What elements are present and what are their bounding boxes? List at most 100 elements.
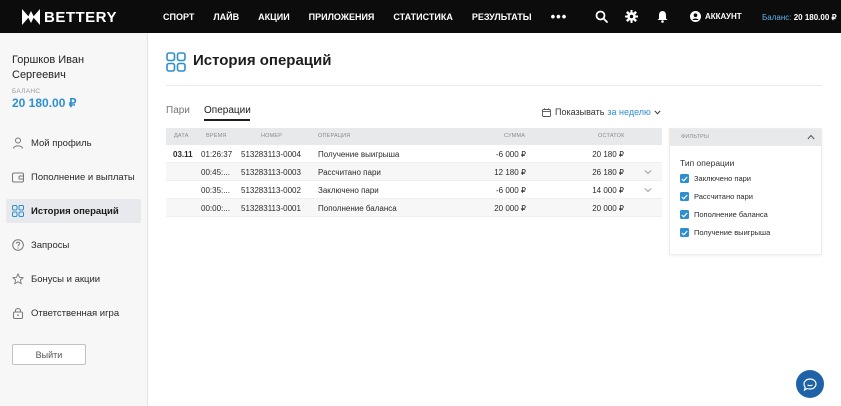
checkmark-icon — [681, 230, 688, 236]
row-amount: -6 000 ₽ — [496, 150, 526, 159]
filter-option-label: Получение выигрыша — [694, 228, 771, 237]
tab-operations[interactable]: Операции — [204, 105, 251, 116]
nav-sport[interactable]: СПОРТ — [163, 12, 194, 22]
table-row[interactable]: 00:35:... 513283113-0002 Заключено пари … — [166, 181, 662, 199]
row-amount: 20 000 ₽ — [494, 204, 526, 213]
filter-option-winnings[interactable]: Получение выигрыша — [680, 228, 770, 237]
row-balance: 20 180 ₽ — [592, 150, 624, 159]
gear-icon[interactable] — [625, 10, 638, 23]
checkmark-icon — [681, 176, 688, 182]
filter-option-label: Пополнение баланса — [694, 210, 768, 219]
checkmark-icon — [681, 194, 688, 200]
sidebar-item-label: Пополнение и выплаты — [31, 171, 135, 183]
sidebar-item-requests[interactable]: Запросы — [6, 233, 141, 257]
nav-apps[interactable]: ПРИЛОЖЕНИЯ — [309, 12, 375, 22]
brand-name: BETTERY — [44, 8, 117, 26]
brand-logo[interactable]: BETTERY — [22, 8, 117, 26]
row-time: 00:45:... — [201, 168, 230, 177]
filter-group-label: Тип операции — [680, 158, 735, 168]
row-date: 03.11 — [173, 150, 193, 159]
checkbox-checked[interactable] — [680, 210, 689, 219]
nav-promotions[interactable]: АКЦИИ — [258, 12, 290, 22]
calendar-icon — [542, 107, 551, 117]
checkbox-checked[interactable] — [680, 174, 689, 183]
filter-option-bet-settled[interactable]: Рассчитано пари — [680, 192, 753, 201]
chevron-down-icon — [654, 109, 661, 115]
sidebar-item-label: Бонусы и акции — [31, 273, 101, 285]
filter-option-deposit[interactable]: Пополнение баланса — [680, 210, 768, 219]
account-label: АККАУНТ — [705, 12, 742, 21]
chat-icon — [803, 377, 817, 391]
sidebar: Горшков Иван Сергеевич БАЛАНС 20 180.00 … — [0, 33, 148, 406]
page-title: История операций — [193, 52, 332, 69]
col-number: НОМЕР — [261, 133, 283, 139]
row-balance: 14 000 ₽ — [592, 186, 624, 195]
row-time: 00:35:... — [201, 186, 230, 195]
tab-bets[interactable]: Пари — [166, 105, 190, 116]
col-balance: ОСТАТОК — [598, 133, 625, 139]
user-icon — [13, 137, 23, 149]
account-button[interactable]: АККАУНТ — [690, 11, 742, 22]
table-row: 03.11 01:26:37 513283113-0004 Получение … — [166, 145, 662, 163]
row-amount: -6 000 ₽ — [496, 186, 526, 195]
header-balance: Баланс: 20 180.00 ₽ — [762, 13, 837, 22]
row-operation: Получение выигрыша — [318, 150, 400, 159]
user-name: Горшков Иван Сергеевич — [12, 54, 85, 81]
col-time: ВРЕМЯ — [206, 133, 227, 139]
tab-active-indicator — [204, 119, 250, 121]
period-selector[interactable]: Показывать за неделю — [542, 107, 665, 117]
period-label: Показывать — [555, 107, 605, 117]
main-nav: СПОРТ ЛАЙВ АКЦИИ ПРИЛОЖЕНИЯ СТАТИСТИКА Р… — [163, 0, 567, 33]
question-icon — [12, 239, 24, 251]
row-number: 513283113-0003 — [241, 168, 301, 177]
nav-more-button[interactable]: ••• — [551, 9, 568, 24]
sidebar-item-responsible-gaming[interactable]: Ответственная игра — [6, 301, 141, 325]
page-grid-icon — [166, 52, 186, 72]
chevron-down-icon[interactable] — [644, 168, 652, 176]
col-date: ДАТА — [174, 133, 189, 139]
filters-panel: ФИЛЬТРЫ Тип операции Заключено пари Расс… — [669, 128, 822, 255]
grid-icon — [12, 205, 24, 217]
nav-results[interactable]: РЕЗУЛЬТАТЫ — [472, 12, 532, 22]
chevron-up-icon[interactable] — [807, 134, 815, 140]
search-icon[interactable] — [595, 10, 608, 23]
col-operation: ОПЕРАЦИЯ — [318, 133, 351, 139]
row-amount: 12 180 ₽ — [494, 168, 526, 177]
bell-icon[interactable] — [656, 10, 669, 23]
logout-button[interactable]: Выйти — [12, 344, 86, 365]
row-time: 01:26:37 — [201, 150, 233, 159]
sidebar-menu: Мой профиль Пополнение и выплаты История… — [6, 131, 141, 335]
filter-option-label: Рассчитано пари — [694, 192, 753, 201]
chevron-down-icon[interactable] — [644, 186, 652, 194]
nav-live[interactable]: ЛАЙВ — [213, 12, 239, 22]
account-icon — [690, 11, 701, 22]
header-balance-value: 20 180.00 ₽ — [793, 13, 837, 22]
top-bar: BETTERY СПОРТ ЛАЙВ АКЦИИ ПРИЛОЖЕНИЯ СТАТ… — [0, 0, 841, 33]
period-value: за неделю — [607, 107, 651, 117]
checkbox-checked[interactable] — [680, 192, 689, 201]
support-chat-button[interactable] — [796, 370, 824, 398]
sidebar-item-label: Запросы — [31, 239, 70, 251]
sidebar-item-label: Ответственная игра — [31, 307, 120, 319]
row-number: 513283113-0001 — [241, 204, 301, 213]
filters-header[interactable]: ФИЛЬТРЫ — [670, 129, 821, 146]
row-number: 513283113-0004 — [241, 150, 301, 159]
filter-option-label: Заключено пари — [694, 174, 751, 183]
divider — [166, 85, 822, 86]
sidebar-item-label: История операций — [31, 205, 119, 217]
sidebar-item-profile[interactable]: Мой профиль — [6, 131, 141, 155]
filter-option-bet-placed[interactable]: Заключено пари — [680, 174, 751, 183]
checkmark-icon — [681, 212, 688, 218]
nav-statistics[interactable]: СТАТИСТИКА — [393, 12, 452, 22]
wallet-icon — [12, 172, 24, 183]
table-row[interactable]: 00:45:... 513283113-0003 Рассчитано пари… — [166, 163, 662, 181]
star-icon — [12, 273, 24, 285]
sidebar-item-payments[interactable]: Пополнение и выплаты — [6, 165, 141, 189]
sidebar-item-history[interactable]: История операций — [6, 199, 141, 223]
sidebar-balance-label: БАЛАНС — [12, 88, 41, 95]
row-operation: Рассчитано пари — [318, 168, 381, 177]
sidebar-item-bonuses[interactable]: Бонусы и акции — [6, 267, 141, 291]
checkbox-checked[interactable] — [680, 228, 689, 237]
table-row: 00:00:... 513283113-0001 Пополнение бала… — [166, 199, 662, 217]
filters-title: ФИЛЬТРЫ — [681, 134, 710, 140]
